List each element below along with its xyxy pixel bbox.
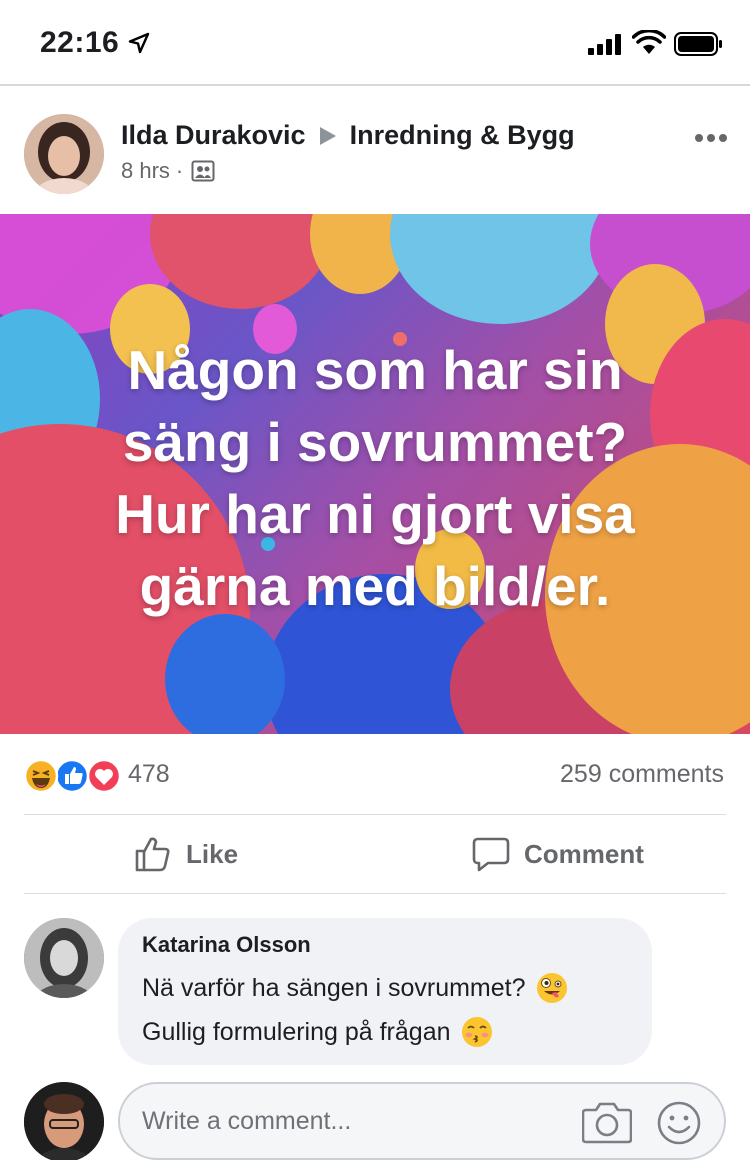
author-avatar[interactable] <box>24 114 104 194</box>
comment-text-line: Gullig formulering på frågan <box>142 1010 628 1054</box>
status-time: 22:16 <box>40 26 120 59</box>
comment-bubble[interactable]: Katarina Olsson Nä varför ha sängen i so… <box>118 918 652 1065</box>
comment-author[interactable]: Katarina Olsson <box>142 932 628 958</box>
like-button[interactable]: Like <box>134 835 238 873</box>
smiley-icon[interactable] <box>656 1100 702 1146</box>
comment-text: Nä varför ha sängen i sovrummet? <box>142 974 526 1002</box>
reactions-row: 478 259 comments <box>0 740 750 814</box>
group-icon <box>191 160 215 182</box>
post-image-text: Någon som har sin säng i sovrummet? Hur … <box>30 334 720 622</box>
commenter-avatar[interactable] <box>24 918 104 998</box>
like-label: Like <box>186 838 239 869</box>
haha-reaction-icon <box>24 758 59 794</box>
divider <box>24 893 726 894</box>
kissing-face-emoji-icon <box>461 1017 492 1047</box>
reaction-count[interactable]: 478 <box>128 760 170 789</box>
write-comment-input[interactable]: Write a comment... <box>118 1082 726 1160</box>
meta-separator: · <box>175 158 184 183</box>
signal-icon <box>588 34 621 55</box>
image-text-line: Hur har ni gjort visa <box>115 483 635 545</box>
comment-input-placeholder: Write a comment... <box>142 1107 352 1135</box>
battery-icon <box>674 32 722 56</box>
comment-button[interactable]: Comment <box>472 835 644 873</box>
post-meta: 8 hrs · <box>121 158 215 184</box>
like-reaction-icon <box>54 758 90 794</box>
more-options-icon[interactable] <box>694 132 728 144</box>
comment-text: Gullig formulering på frågan <box>142 1018 451 1046</box>
zany-face-emoji-icon <box>536 973 567 1003</box>
camera-icon[interactable] <box>582 1100 632 1144</box>
post-author-line: Ilda Durakovic Inredning & Bygg <box>121 120 575 151</box>
comment-text-line: Nä varför ha sängen i sovrummet? <box>142 966 628 1010</box>
post-header: Ilda Durakovic Inredning & Bygg 8 hrs · <box>0 88 750 214</box>
image-text-line: säng i sovrummet? <box>122 411 628 473</box>
post-image[interactable]: Någon som har sin säng i sovrummet? Hur … <box>0 214 750 734</box>
status-bar: 22:16 <box>0 0 750 86</box>
reaction-icons[interactable] <box>24 758 124 794</box>
post-time[interactable]: 8 hrs <box>121 158 170 184</box>
love-reaction-icon <box>86 758 122 794</box>
wifi-icon <box>632 30 666 54</box>
group-name[interactable]: Inredning & Bygg <box>350 120 575 151</box>
comment-bubble-icon <box>472 837 510 872</box>
current-user-avatar[interactable] <box>24 1082 104 1160</box>
comments-count[interactable]: 259 comments <box>560 760 724 789</box>
author-name[interactable]: Ilda Durakovic <box>121 120 306 151</box>
post-actions: Like Comment <box>0 815 750 893</box>
thumbs-up-icon <box>135 837 170 872</box>
comment-label: Comment <box>524 838 644 869</box>
triangle-right-icon <box>319 126 336 145</box>
image-text-line: Någon som har sin <box>127 339 623 401</box>
image-text-line: gärna med bild/er. <box>139 555 611 617</box>
location-arrow-icon <box>128 32 150 54</box>
